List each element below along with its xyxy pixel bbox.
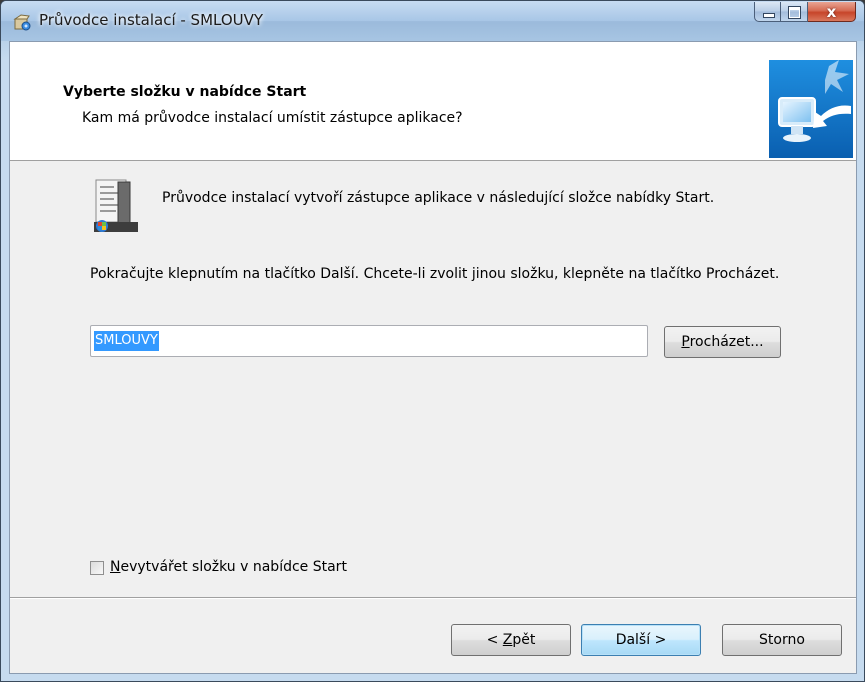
installer-window: Průvodce instalací - SMLOUVY x Vyberte s… [0,0,865,682]
minimize-button[interactable] [754,2,781,22]
page-subtitle: Kam má průvodce instalací umístit zástup… [82,110,463,126]
cancel-button[interactable]: Storno [722,624,842,656]
browse-button-accel: P [681,334,690,350]
no-folder-accel: N [110,559,121,575]
wizard-header: Vyberte složku v nabídce Start Kam má pr… [10,42,856,161]
back-button-prefix: < [486,632,503,648]
caption-buttons: x [754,2,856,24]
browse-button-label: rocházet... [689,334,764,350]
title-bar[interactable]: Průvodce instalací - SMLOUVY x [1,1,864,41]
monitor-arrow-icon [769,60,853,158]
start-menu-folder-field[interactable] [90,325,648,357]
selected-folder-text: SMLOUVY [94,331,159,351]
continue-instructions: Pokračujte klepnutím na tlačítko Další. … [90,266,780,282]
close-button[interactable]: x [808,2,856,22]
start-menu-folder-icon [94,179,138,232]
window-title: Průvodce instalací - SMLOUVY [39,11,264,29]
minimize-icon [763,13,775,18]
back-button[interactable]: < Zpět [451,624,571,656]
folder-description: Průvodce instalací vytvoří zástupce apli… [162,190,715,206]
no-folder-label: Nevytvářet složku v nabídce Start [110,559,347,575]
close-icon: x [826,3,837,21]
wizard-client-area: Vyberte složku v nabídce Start Kam má pr… [9,41,857,674]
setup-box-icon [13,14,31,31]
no-folder-checkbox[interactable] [90,561,104,575]
back-button-accel: Z [502,632,513,648]
browse-button[interactable]: Procházet... [664,326,781,358]
footer-divider [10,597,856,599]
next-button[interactable]: Další > [581,624,701,656]
maximize-button[interactable] [781,2,808,22]
back-button-label: pět [512,632,536,648]
maximize-icon [789,7,800,18]
no-folder-text: evytvářet složku v nabídce Start [120,559,347,575]
no-folder-option[interactable]: Nevytvářet složku v nabídce Start [90,556,347,578]
page-title: Vyberte složku v nabídce Start [63,84,307,100]
